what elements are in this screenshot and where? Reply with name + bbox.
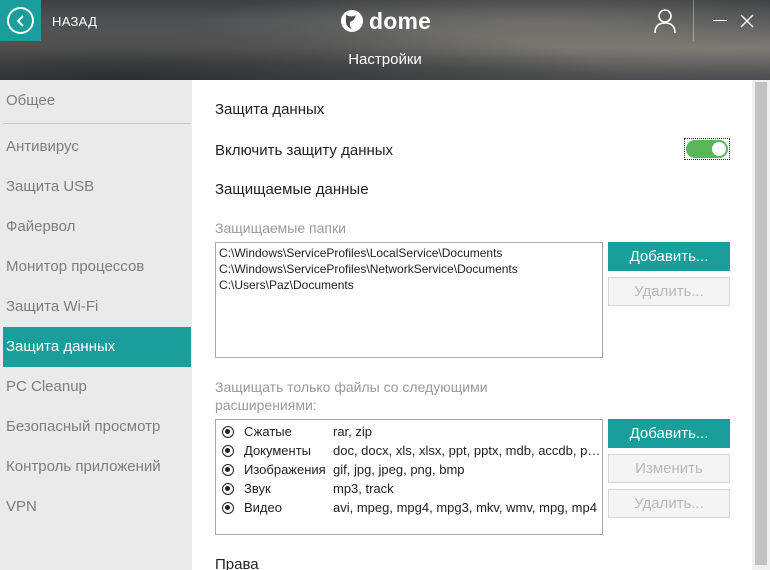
scrollbar-thumb[interactable] <box>755 82 767 565</box>
extension-values: mp3, track <box>333 481 394 496</box>
enable-protection-label: Включить защиту данных <box>215 142 394 159</box>
radio-selected-icon[interactable] <box>222 483 234 495</box>
sidebar-item-pc-cleanup[interactable]: PC Cleanup <box>3 367 191 407</box>
sidebar-item-safe-browsing[interactable]: Безопасный просмотр <box>3 407 191 447</box>
header-separator <box>693 0 694 41</box>
remove-extension-button[interactable]: Удалить... <box>608 489 730 518</box>
sidebar-item-usb[interactable]: Защита USB <box>3 167 191 207</box>
extension-category: Видео <box>244 500 282 515</box>
rights-title: Права <box>215 556 259 570</box>
radio-selected-icon[interactable] <box>222 464 234 476</box>
protected-folders-list[interactable]: C:\Windows\ServiceProfiles\LocalService\… <box>215 242 603 358</box>
extension-values: doc, docx, xls, xlsx, ppt, pptx, mdb, ac… <box>333 443 603 458</box>
back-arrow-icon <box>7 7 34 34</box>
extension-values: avi, mpeg, mpg4, mpg3, mkv, wmv, mpg, mp… <box>333 500 597 515</box>
close-icon[interactable] <box>740 14 754 28</box>
user-account-icon[interactable] <box>652 8 678 34</box>
extension-category: Звук <box>244 481 271 496</box>
dome-logo: dome <box>340 6 431 36</box>
toggle-track <box>686 140 728 158</box>
panda-logo-icon <box>341 10 363 32</box>
extension-row-images[interactable]: Изображения gif, jpg, jpeg, png, bmp <box>222 461 602 480</box>
protected-folders-label: Защищаемые папки <box>215 220 346 236</box>
radio-selected-icon[interactable] <box>222 502 234 514</box>
extension-row-archives[interactable]: Сжатые rar, zip <box>222 423 602 442</box>
add-extension-button[interactable]: Добавить... <box>608 419 730 448</box>
page-title: Настройки <box>348 51 422 68</box>
logo-text: dome <box>369 7 432 34</box>
sidebar-item-antivirus[interactable]: Антивирус <box>3 127 191 167</box>
edit-extension-button[interactable]: Изменить <box>608 454 730 483</box>
sidebar-item-data-protection[interactable]: Защита данных <box>3 327 191 367</box>
protected-data-title: Защищаемые данные <box>215 181 369 198</box>
extension-row-documents[interactable]: Документы doc, docx, xls, xlsx, ppt, ppt… <box>222 442 603 461</box>
sidebar-item-vpn[interactable]: VPN <box>3 487 191 527</box>
sidebar-item-app-control[interactable]: Контроль приложений <box>3 447 191 487</box>
enable-protection-toggle[interactable] <box>684 138 730 160</box>
back-button[interactable] <box>0 0 41 41</box>
remove-folder-button[interactable]: Удалить... <box>608 277 730 306</box>
minimize-button[interactable] <box>713 20 727 21</box>
sidebar-item-wifi[interactable]: Защита Wi-Fi <box>3 287 191 327</box>
toggle-knob <box>712 142 726 156</box>
list-item[interactable]: C:\Windows\ServiceProfiles\NetworkServic… <box>219 262 518 276</box>
extension-category: Сжатые <box>244 424 292 439</box>
extensions-list[interactable]: Сжатые rar, zip Документы doc, docx, xls… <box>215 419 603 535</box>
radio-selected-icon[interactable] <box>222 445 234 457</box>
radio-selected-icon[interactable] <box>222 426 234 438</box>
list-item[interactable]: C:\Windows\ServiceProfiles\LocalService\… <box>219 246 502 260</box>
sidebar-item-firewall[interactable]: Файервол <box>3 207 191 247</box>
sidebar-item-general[interactable]: Общее <box>3 81 191 121</box>
extensions-label-line2: расширениями: <box>215 397 317 413</box>
extension-values: rar, zip <box>333 424 373 439</box>
extension-row-audio[interactable]: Звук mp3, track <box>222 480 602 499</box>
extension-category: Изображения <box>244 462 326 477</box>
extension-row-video[interactable]: Видео avi, mpeg, mpg4, mpg3, mkv, wmv, m… <box>222 499 602 518</box>
back-label[interactable]: НАЗАД <box>52 14 97 29</box>
list-item[interactable]: C:\Users\Paz\Documents <box>219 278 354 292</box>
extension-values: gif, jpg, jpeg, png, bmp <box>333 462 465 477</box>
section-title: Защита данных <box>215 101 325 118</box>
settings-sidebar: Общее Антивирус Защита USB Файервол Мони… <box>0 80 192 570</box>
sidebar-item-process-monitor[interactable]: Монитор процессов <box>3 247 191 287</box>
sidebar-divider <box>3 123 191 124</box>
extensions-label-line1: Защищать только файлы со следующими <box>215 379 488 395</box>
extension-category: Документы <box>244 443 312 458</box>
add-folder-button[interactable]: Добавить... <box>608 242 730 271</box>
